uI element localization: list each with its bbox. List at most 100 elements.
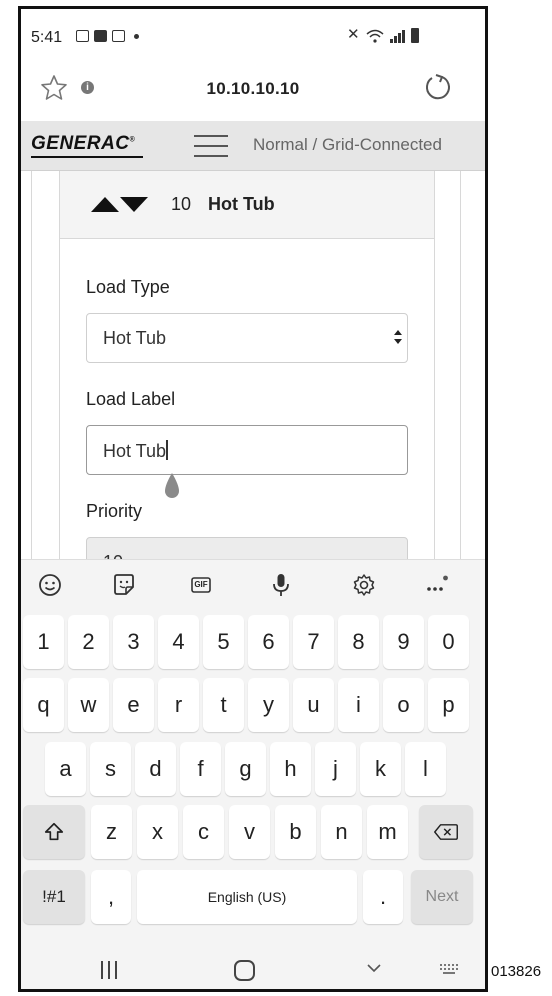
app-header: GENERAC® Normal / Grid-Connected — [21, 121, 485, 171]
load-number: 10 — [171, 194, 192, 214]
letter-key-e[interactable]: e — [113, 678, 154, 732]
backspace-icon — [434, 824, 458, 840]
calendar-notification-icon — [112, 30, 125, 42]
mute-icon: ✕ — [347, 26, 360, 43]
priority-input[interactable]: 10 — [86, 537, 408, 559]
load-type-select[interactable]: Hot Tub — [86, 313, 408, 363]
keyboard-toolbar: GIF — [21, 560, 485, 610]
letter-key-l[interactable]: l — [405, 742, 446, 796]
letter-key-v[interactable]: v — [229, 805, 270, 859]
status-time: 5:41 — [31, 29, 63, 46]
load-label-input[interactable]: Hot Tub — [86, 425, 408, 475]
select-arrows-icon — [394, 330, 402, 344]
letter-key-j[interactable]: j — [315, 742, 356, 796]
letter-key-q[interactable]: q — [23, 678, 64, 732]
load-type-label: Load Type — [86, 277, 170, 297]
keyboard-switch-icon[interactable] — [439, 963, 459, 975]
number-key-4[interactable]: 4 — [158, 615, 199, 669]
number-key-7[interactable]: 7 — [293, 615, 334, 669]
number-key-8[interactable]: 8 — [338, 615, 379, 669]
figure-id: 013826 — [491, 963, 542, 980]
sticker-icon[interactable] — [111, 572, 137, 598]
status-bar: 5:41 ✕ — [21, 9, 485, 57]
space-key[interactable]: English (US) — [137, 870, 357, 924]
number-key-9[interactable]: 9 — [383, 615, 424, 669]
page-content: 10 Hot Tub Load Type Hot Tub Load Label … — [21, 171, 485, 559]
letter-key-x[interactable]: x — [137, 805, 178, 859]
text-caret — [166, 440, 168, 460]
load-label-value: Hot Tub — [103, 441, 167, 461]
gallery-notification-icon — [76, 30, 89, 42]
settings-icon[interactable] — [351, 572, 377, 598]
load-card: 10 Hot Tub Load Type Hot Tub Load Label … — [59, 171, 435, 559]
letter-key-k[interactable]: k — [360, 742, 401, 796]
gif-icon[interactable]: GIF — [188, 572, 214, 598]
letter-key-u[interactable]: u — [293, 678, 334, 732]
letter-key-r[interactable]: r — [158, 678, 199, 732]
backspace-key[interactable] — [419, 805, 473, 859]
shift-icon — [44, 822, 64, 841]
number-key-0[interactable]: 0 — [428, 615, 469, 669]
shift-key[interactable] — [23, 805, 85, 859]
number-key-3[interactable]: 3 — [113, 615, 154, 669]
keyboard: GIF 1234567890 qwertyuiop asdfghjkl z x … — [21, 559, 485, 959]
more-notifications-icon — [134, 33, 139, 39]
letter-key-g[interactable]: g — [225, 742, 266, 796]
phone-screen: 5:41 ✕ i 10.10.10.10 GENERAC® Normal / G… — [18, 6, 488, 992]
letter-key-h[interactable]: h — [270, 742, 311, 796]
letter-key-n[interactable]: n — [321, 805, 362, 859]
reload-icon[interactable] — [423, 72, 453, 102]
load-type-value: Hot Tub — [103, 328, 167, 348]
load-name: Hot Tub — [208, 194, 275, 214]
recent-apps-icon[interactable] — [101, 961, 117, 979]
priority-value: 10 — [103, 552, 123, 559]
letter-key-p[interactable]: p — [428, 678, 469, 732]
letter-key-f[interactable]: f — [180, 742, 221, 796]
letter-key-t[interactable]: t — [203, 678, 244, 732]
load-label-label: Load Label — [86, 389, 176, 409]
system-icons: ✕ — [347, 27, 419, 43]
load-card-header: 10 Hot Tub — [60, 171, 434, 239]
letter-key-y[interactable]: y — [248, 678, 289, 732]
wifi-icon — [366, 29, 384, 43]
browser-url-bar: i 10.10.10.10 — [21, 57, 485, 121]
number-key-2[interactable]: 2 — [68, 615, 109, 669]
number-key-1[interactable]: 1 — [23, 615, 64, 669]
url-text[interactable]: 10.10.10.10 — [21, 79, 485, 99]
letter-key-d[interactable]: d — [135, 742, 176, 796]
letter-key-w[interactable]: w — [68, 678, 109, 732]
letter-key-o[interactable]: o — [383, 678, 424, 732]
letter-key-i[interactable]: i — [338, 678, 379, 732]
move-down-icon[interactable] — [120, 197, 148, 212]
brand-name: GENERAC — [31, 133, 130, 154]
letter-key-s[interactable]: s — [90, 742, 131, 796]
period-key[interactable]: . — [363, 870, 403, 924]
priority-label: Priority — [86, 501, 143, 521]
letter-key-a[interactable]: a — [45, 742, 86, 796]
number-key-6[interactable]: 6 — [248, 615, 289, 669]
battery-icon — [410, 28, 419, 43]
screen-recorder-icon — [94, 30, 107, 42]
number-key-5[interactable]: 5 — [203, 615, 244, 669]
hide-keyboard-icon[interactable] — [366, 960, 382, 976]
hamburger-menu-icon[interactable] — [194, 135, 228, 157]
signal-icon — [389, 29, 405, 43]
system-mode-text: Normal / Grid-Connected — [253, 135, 442, 154]
letter-key-m[interactable]: m — [367, 805, 408, 859]
letter-key-b[interactable]: b — [275, 805, 316, 859]
microphone-icon[interactable] — [268, 572, 294, 598]
symbols-key[interactable]: !#1 — [23, 870, 85, 924]
gif-label: GIF — [194, 580, 208, 589]
notification-icons — [76, 30, 139, 42]
home-icon[interactable] — [234, 960, 255, 981]
brand-mark: ® — [129, 136, 136, 144]
next-key[interactable]: Next — [411, 870, 473, 924]
letter-key-z[interactable]: z — [91, 805, 132, 859]
more-icon[interactable] — [424, 572, 450, 598]
letter-key-c[interactable]: c — [183, 805, 224, 859]
generac-logo[interactable]: GENERAC® — [31, 133, 143, 158]
move-up-icon[interactable] — [91, 197, 119, 212]
cursor-handle-icon[interactable] — [161, 471, 183, 501]
comma-key[interactable]: , — [91, 870, 131, 924]
emoji-icon[interactable] — [37, 572, 63, 598]
